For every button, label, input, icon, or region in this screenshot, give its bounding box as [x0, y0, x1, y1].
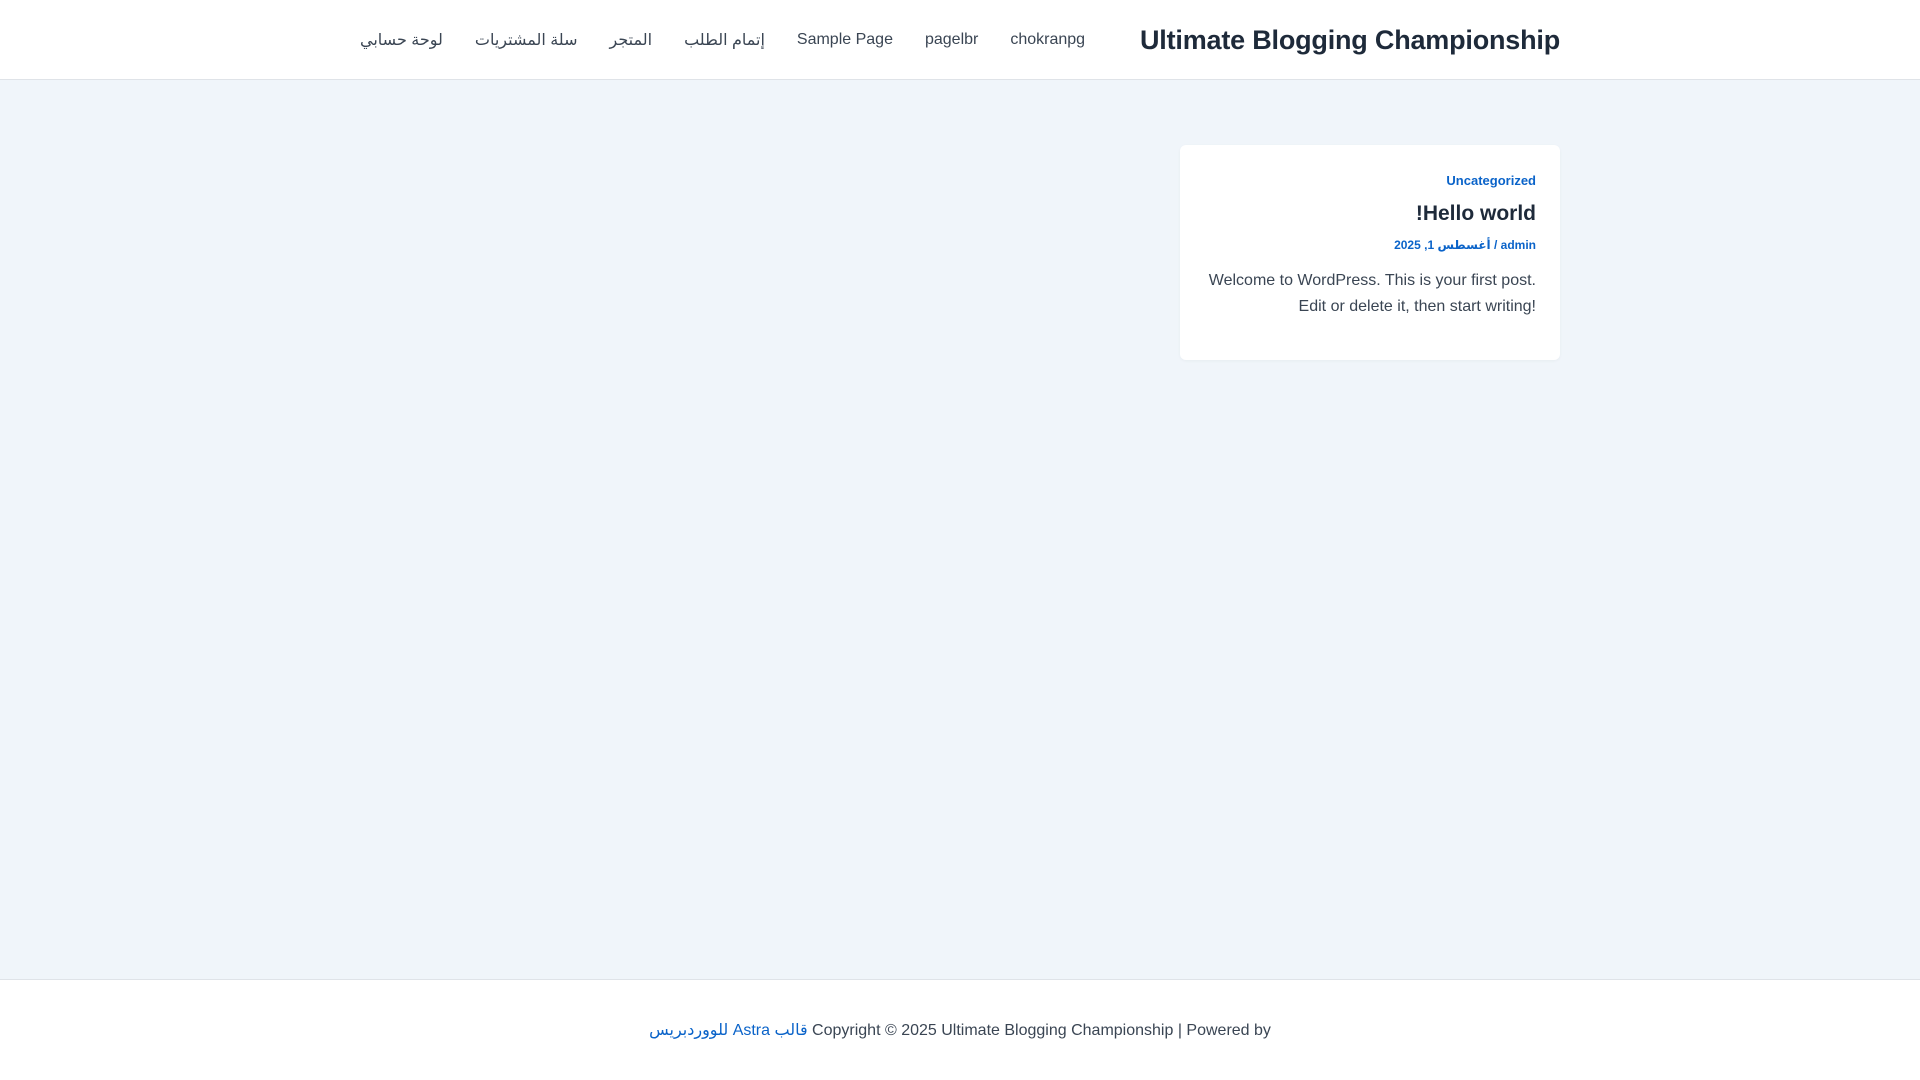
nav-item-sample-page[interactable]: Sample Page	[797, 31, 893, 49]
footer-copyright: Copyright © 2025 Ultimate Blogging Champ…	[0, 1020, 1920, 1040]
post-excerpt-line-2: Edit or delete it, then start writing!	[1298, 298, 1536, 315]
post-card: Uncategorized Hello world! admin / أغسطس…	[1180, 145, 1560, 360]
nav-item-pagelbr[interactable]: pagelbr	[925, 31, 978, 49]
header-inner: Ultimate Blogging Championship chokranpg…	[360, 0, 1560, 80]
post-meta: admin / أغسطس 1, 2025	[1204, 238, 1536, 252]
post-category-link[interactable]: Uncategorized	[1204, 173, 1536, 188]
main-navigation: chokranpg pagelbr Sample Page إتمام الطل…	[360, 30, 1085, 50]
post-excerpt: Welcome to WordPress. This is your first…	[1204, 268, 1536, 320]
site-footer: Copyright © 2025 Ultimate Blogging Champ…	[0, 979, 1920, 1080]
nav-item-chokranpg[interactable]: chokranpg	[1010, 31, 1085, 49]
post-author-link[interactable]: admin	[1501, 238, 1536, 252]
post-date: أغسطس 1, 2025	[1394, 238, 1491, 252]
post-excerpt-line-1: Welcome to WordPress. This is your first…	[1208, 272, 1536, 289]
footer-theme-link[interactable]: قالب Astra للووردبريس	[649, 1022, 808, 1039]
nav-item-my-account[interactable]: لوحة حسابي	[360, 30, 443, 50]
footer-copyright-text: Copyright © 2025 Ultimate Blogging Champ…	[807, 1022, 1271, 1039]
nav-item-checkout[interactable]: إتمام الطلب	[684, 30, 765, 50]
nav-item-cart[interactable]: سلة المشتريات	[475, 30, 578, 50]
post-meta-separator: /	[1490, 238, 1501, 252]
site-header: Ultimate Blogging Championship chokranpg…	[0, 0, 1920, 80]
content-area: Uncategorized Hello world! admin / أغسطس…	[0, 81, 1920, 979]
site-title-link[interactable]: Ultimate Blogging Championship	[1140, 25, 1560, 56]
nav-item-shop[interactable]: المتجر	[610, 30, 653, 50]
post-title-link[interactable]: Hello world!	[1204, 202, 1536, 226]
